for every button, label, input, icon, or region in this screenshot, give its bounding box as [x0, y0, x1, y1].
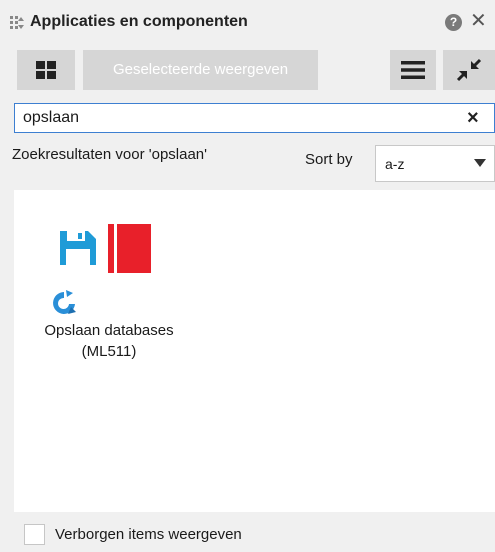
- search-box: ×: [14, 103, 495, 133]
- list-icon: [401, 61, 425, 79]
- swirl-logo-icon: [53, 290, 76, 314]
- clear-search-icon[interactable]: ×: [467, 106, 479, 130]
- show-hidden-items-checkbox[interactable]: [24, 524, 45, 545]
- floppy-disk-icon: [60, 231, 96, 265]
- result-item[interactable]: Opslaan databases (ML511): [14, 205, 204, 375]
- red-book-icon: [108, 224, 151, 273]
- toolbar: Geselecteerde weergeven: [0, 45, 495, 95]
- list-view-button[interactable]: [390, 50, 436, 90]
- panel-title: Applicaties en componenten: [30, 13, 248, 30]
- sort-select-value: a-z: [385, 156, 405, 172]
- sort-by-label: Sort by: [305, 151, 353, 168]
- help-icon[interactable]: ?: [445, 14, 462, 31]
- search-results-heading: Zoekresultaten voor 'opslaan': [12, 146, 208, 163]
- drag-grip-icon[interactable]: [9, 15, 25, 31]
- result-item-name: Opslaan databases: [44, 322, 174, 339]
- collapse-icon: [456, 58, 482, 82]
- grid-icon: [36, 61, 56, 79]
- search-input[interactable]: [23, 104, 443, 132]
- sort-select[interactable]: a-z: [375, 145, 495, 182]
- applications-panel: Applicaties en componenten ? ✕ Geselecte…: [0, 0, 495, 552]
- tile-view-button[interactable]: [17, 50, 75, 90]
- result-item-label: Opslaan databases (ML511): [14, 320, 204, 362]
- show-selected-button[interactable]: Geselecteerde weergeven: [83, 50, 318, 90]
- panel-footer: Verborgen items weergeven: [0, 517, 495, 552]
- panel-titlebar: Applicaties en componenten ? ✕: [0, 0, 495, 44]
- results-area: Opslaan databases (ML511): [14, 190, 495, 512]
- result-item-code: (ML511): [81, 343, 137, 360]
- chevron-down-icon: [474, 159, 486, 167]
- show-hidden-items-label[interactable]: Verborgen items weergeven: [55, 526, 242, 543]
- collapse-button[interactable]: [443, 50, 495, 90]
- close-icon[interactable]: ✕: [470, 10, 487, 32]
